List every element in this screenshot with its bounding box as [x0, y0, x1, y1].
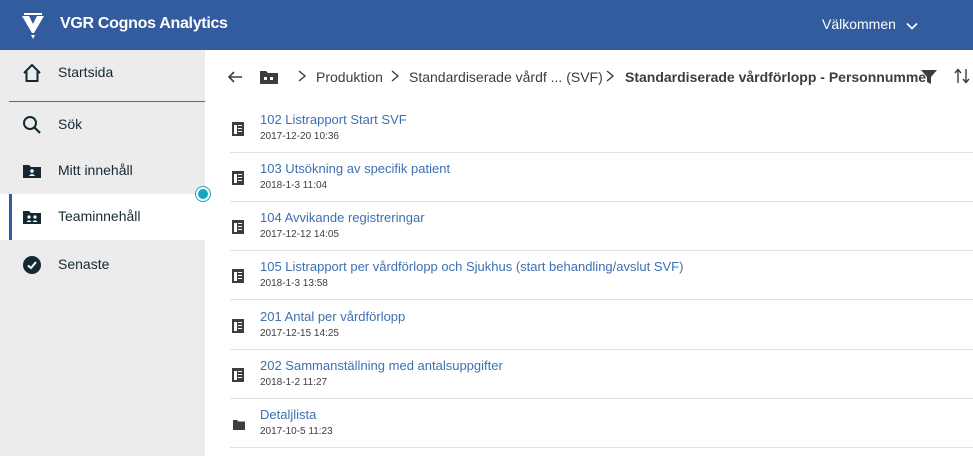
item-title[interactable]: 201 Antal per vårdförlopp	[260, 309, 405, 324]
item-title[interactable]: 102 Listrapport Start SVF	[260, 112, 407, 127]
breadcrumb: Produktion Standardiserade vårdf ... (SV…	[205, 50, 973, 104]
list-item[interactable]: 102 Listrapport Start SVF 2017-12-20 10:…	[230, 104, 973, 153]
report-icon	[232, 171, 244, 185]
list-item[interactable]: 202 Sammanställning med antalsuppgifter …	[230, 350, 973, 399]
list-item[interactable]: 105 Listrapport per vårdförlopp och Sjuk…	[230, 251, 973, 300]
sidebar-item-mitt-innehall[interactable]: Mitt innehåll	[0, 148, 205, 194]
item-date: 2018-1-3 11:04	[260, 180, 328, 191]
search-icon	[23, 116, 41, 134]
list-item[interactable]: 104 Avvikande registreringar 2017-12-12 …	[230, 202, 973, 251]
report-icon	[232, 319, 244, 333]
sidebar-item-label: Mitt innehåll	[58, 162, 133, 178]
report-icon	[232, 368, 244, 382]
sidebar-item-teaminnehall[interactable]: Teaminnehåll	[0, 194, 205, 240]
sidebar-item-label: Sök	[58, 116, 83, 132]
report-icon	[232, 122, 244, 136]
my-content-folder-icon	[23, 165, 41, 178]
chevron-right-icon	[606, 70, 615, 82]
sidebar-item-label: Startsida	[58, 64, 114, 80]
item-title[interactable]: 103 Utsökning av specifik patient	[260, 161, 450, 176]
report-icon	[232, 269, 244, 283]
team-content-folder-icon	[23, 211, 41, 224]
sidebar-item-senaste[interactable]: Senaste	[0, 242, 205, 288]
list-item[interactable]: 103 Utsökning av specifik patient 2018-1…	[230, 153, 973, 202]
item-title[interactable]: 104 Avvikande registreringar	[260, 210, 425, 225]
chevron-right-icon	[298, 70, 307, 82]
item-title[interactable]: Detaljlista	[260, 407, 316, 422]
item-date: 2018-1-3 13:58	[260, 278, 328, 289]
sidebar-item-label: Teaminnehåll	[58, 208, 141, 224]
chevron-right-icon	[391, 70, 400, 82]
sidebar-resize-handle[interactable]	[196, 187, 210, 201]
vgr-logo-icon	[22, 13, 44, 39]
item-date: 2017-12-12 14:05	[260, 229, 339, 240]
item-title[interactable]: 202 Sammanställning med antalsuppgifter	[260, 358, 503, 373]
team-folder-icon[interactable]	[260, 70, 278, 84]
breadcrumb-current: Standardiserade vårdförlopp - Personnumm…	[625, 69, 932, 85]
welcome-menu-button[interactable]: Välkommen	[822, 16, 896, 32]
app-title: VGR Cognos Analytics	[60, 15, 228, 32]
sidebar-item-startsida[interactable]: Startsida	[0, 50, 205, 96]
folder-icon	[233, 420, 245, 430]
chevron-down-icon[interactable]	[906, 20, 918, 32]
sort-icon[interactable]	[953, 68, 973, 84]
sidebar: Startsida Sök Mitt innehåll Teaminnehåll	[0, 50, 205, 456]
recent-icon	[23, 256, 41, 274]
report-icon	[232, 220, 244, 234]
list-item[interactable]: Detaljlista 2017-10-5 11:23	[230, 399, 973, 448]
sidebar-item-sok[interactable]: Sök	[0, 102, 205, 148]
top-bar: VGR Cognos Analytics Välkommen	[0, 0, 973, 50]
item-date: 2018-1-2 11:27	[260, 377, 328, 388]
back-arrow-icon[interactable]	[227, 70, 243, 84]
item-title[interactable]: 105 Listrapport per vårdförlopp och Sjuk…	[260, 259, 683, 274]
breadcrumb-item-svf[interactable]: Standardiserade vårdf ... (SVF)	[409, 69, 603, 85]
list-item[interactable]: 201 Antal per vårdförlopp 2017-12-15 14:…	[230, 301, 973, 350]
item-date: 2017-12-20 10:36	[260, 131, 339, 142]
item-date: 2017-12-15 14:25	[260, 328, 339, 339]
home-icon	[23, 63, 41, 82]
breadcrumb-item-produktion[interactable]: Produktion	[316, 69, 383, 85]
filter-icon[interactable]	[921, 70, 937, 84]
sidebar-item-label: Senaste	[58, 256, 110, 272]
item-date: 2017-10-5 11:23	[260, 426, 333, 437]
